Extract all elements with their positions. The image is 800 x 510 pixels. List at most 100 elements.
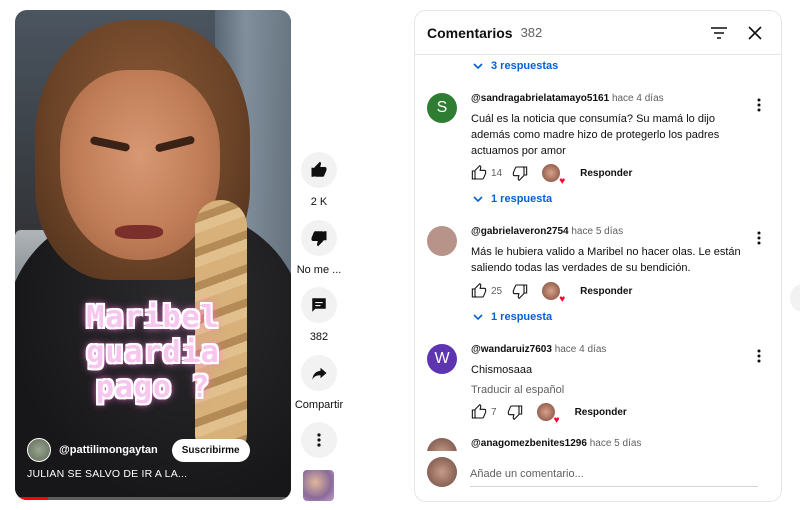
share-label: Compartir xyxy=(294,399,344,411)
comment-body: @wandaruiz7603 hace 4 días Chismosaaa Tr… xyxy=(471,344,741,396)
thumbs-up-icon xyxy=(311,161,327,177)
channel-info: @pattilimongaytan Suscribirme xyxy=(27,438,250,462)
comment-avatar[interactable]: W xyxy=(427,344,457,374)
replies-label: 3 respuestas xyxy=(491,60,559,72)
comment-toolbar: 7 Responder xyxy=(471,403,627,426)
comments-count: 382 xyxy=(309,331,329,343)
reply-button[interactable]: Responder xyxy=(580,168,632,179)
replies-label: 1 respuesta xyxy=(491,193,553,205)
channel-name[interactable]: @pattilimongaytan xyxy=(59,444,158,456)
comment-text-line: actuamos por amor xyxy=(471,145,566,157)
dislike-action[interactable]: No me ... xyxy=(292,220,346,276)
dislike-button[interactable] xyxy=(301,220,337,256)
audio-source-thumbnail[interactable] xyxy=(303,470,334,501)
chevron-down-icon xyxy=(473,63,483,70)
comment-author[interactable]: @anagomezbenites1296 xyxy=(471,438,587,449)
comment-text: Chismosaaa xyxy=(471,362,741,378)
comment-more-icon[interactable] xyxy=(753,97,765,113)
creator-heart-badge xyxy=(536,403,560,426)
view-replies-button[interactable]: 3 respuestas xyxy=(473,60,558,72)
reply-button[interactable]: Responder xyxy=(580,286,632,297)
chevron-down-icon xyxy=(473,314,483,321)
share-action[interactable]: Compartir xyxy=(292,355,346,411)
comment-toolbar: 25 Responder xyxy=(471,282,632,305)
comment-text-line: Cuál es la noticia que consumía? Su mamá… xyxy=(471,113,715,125)
more-vert-icon xyxy=(317,433,321,447)
comments-button[interactable] xyxy=(301,287,337,323)
comments-title: Comentarios xyxy=(427,24,513,41)
video-overlay-text: Maribel xyxy=(86,300,220,335)
thumbs-down-icon xyxy=(311,231,327,247)
reply-button[interactable]: Responder xyxy=(575,407,627,418)
more-options-button[interactable] xyxy=(301,422,337,458)
comment-avatar[interactable] xyxy=(427,226,457,256)
channel-avatar[interactable] xyxy=(27,438,51,462)
creator-heart-badge xyxy=(542,282,565,305)
video-overlay-text: pago ? xyxy=(95,370,211,405)
comment-time[interactable]: hace 5 días xyxy=(590,438,642,449)
comment-body: @gabrielaveron2754 hace 5 días Más le hu… xyxy=(471,226,741,276)
thumbs-down-icon[interactable] xyxy=(512,165,528,181)
comment-toolbar: 14 Responder xyxy=(471,164,632,187)
next-video-button[interactable] xyxy=(790,285,800,311)
comment-avatar[interactable]: S xyxy=(427,93,457,123)
video-overlay-text: guardia xyxy=(86,335,220,370)
more-action[interactable] xyxy=(292,422,346,458)
comment-more-icon[interactable] xyxy=(753,230,765,246)
comment-time[interactable]: hace 4 días xyxy=(612,93,664,104)
comments-action[interactable]: 382 xyxy=(292,287,346,343)
comment-meta: @wandaruiz7603 hace 4 días xyxy=(471,344,741,355)
subscribe-button[interactable]: Suscribirme xyxy=(171,438,250,462)
comment-icon xyxy=(312,298,326,312)
comment-body: @sandragabrielatamayo5161 hace 4 días Cu… xyxy=(471,93,741,159)
thumbs-up-icon[interactable] xyxy=(471,283,487,299)
comment-author[interactable]: @sandragabrielatamayo5161 xyxy=(471,93,609,104)
comment-avatar[interactable] xyxy=(427,438,457,452)
comment-text: Más le hubiera valido a Maribel no hacer… xyxy=(471,244,741,276)
view-replies-button[interactable]: 1 respuesta xyxy=(473,193,552,205)
thumbs-down-icon[interactable] xyxy=(512,283,528,299)
comment-meta: @anagomezbenites1296 hace 5 días xyxy=(471,438,641,449)
comment-meta: @sandragabrielatamayo5161 hace 4 días xyxy=(471,93,741,104)
dislike-label: No me ... xyxy=(296,264,342,276)
comment-meta: @gabrielaveron2754 hace 5 días xyxy=(471,226,741,237)
comment-text-line: además como madre hizo de protegerlo los… xyxy=(471,129,720,141)
user-avatar xyxy=(427,457,457,487)
thumbs-up-icon[interactable] xyxy=(471,404,487,420)
creator-heart-badge xyxy=(542,164,565,187)
comment-text-line: Más le hubiera valido a Maribel no hacer… xyxy=(471,246,741,258)
like-action[interactable]: 2 K xyxy=(292,152,346,208)
comments-header: Comentarios 382 xyxy=(415,11,781,55)
comment-time[interactable]: hace 5 días xyxy=(571,226,623,237)
comment-author[interactable]: @gabrielaveron2754 xyxy=(471,226,569,237)
comments-panel: Comentarios 382 3 respuestas S @sandraga… xyxy=(414,10,782,502)
thumbs-up-icon[interactable] xyxy=(471,165,487,181)
view-replies-button[interactable]: 1 respuesta xyxy=(473,311,552,323)
comment-time[interactable]: hace 4 días xyxy=(555,344,607,355)
video-progress-bar[interactable] xyxy=(15,497,291,500)
add-comment-bar: Añade un comentario... xyxy=(415,451,781,501)
comments-count-header: 382 xyxy=(520,25,543,40)
share-button[interactable] xyxy=(301,355,337,391)
add-comment-input[interactable]: Añade un comentario... xyxy=(470,468,758,487)
video-caption[interactable]: JULIAN SE SALVO DE IR A LA... xyxy=(27,468,187,480)
comment-text: Cuál es la noticia que consumía? Su mamá… xyxy=(471,111,741,159)
like-count: 14 xyxy=(491,167,503,179)
thumbs-down-icon[interactable] xyxy=(507,404,523,420)
video-player[interactable]: Maribel guardia pago ? @pattilimongaytan… xyxy=(15,10,291,500)
comment-text-line: Chismosaaa xyxy=(471,364,533,376)
video-person-mouth xyxy=(115,225,163,239)
sort-icon[interactable] xyxy=(709,23,729,43)
close-icon[interactable] xyxy=(745,23,765,43)
like-count: 2 K xyxy=(310,196,328,208)
comment-author[interactable]: @wandaruiz7603 xyxy=(471,344,552,355)
like-count: 7 xyxy=(491,406,497,418)
like-button[interactable] xyxy=(301,152,337,188)
translate-link[interactable]: Traducir al español xyxy=(471,384,741,396)
replies-label: 1 respuesta xyxy=(491,311,553,323)
like-count: 25 xyxy=(491,285,503,297)
comment-text-line: saliendo todas las verdades de su bendic… xyxy=(471,262,691,274)
video-progress-fill xyxy=(15,497,49,500)
share-icon xyxy=(312,367,327,380)
comment-more-icon[interactable] xyxy=(753,348,765,364)
